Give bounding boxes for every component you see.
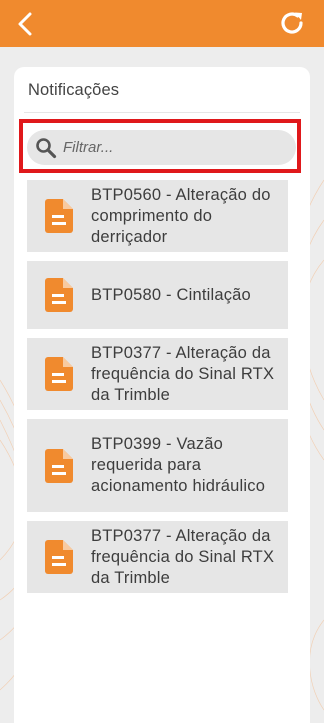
chevron-left-icon [18,12,32,36]
page-title: Notificações [28,81,120,99]
top-bar [0,0,324,47]
list-item[interactable]: BTP0580 - Cintilação [27,261,288,329]
document-icon [27,199,91,233]
document-icon [27,357,91,391]
back-button[interactable] [10,8,42,40]
notification-title: BTP0560 - Alteração do comprimento do de… [91,185,271,246]
notification-title: BTP0580 - Cintilação [91,285,251,304]
document-icon [27,540,91,574]
notification-title: BTP0377 - Alteração da frequência do Sin… [91,526,275,587]
list-item[interactable]: BTP0560 - Alteração do comprimento do de… [27,180,288,252]
refresh-icon [281,12,303,34]
search-icon [35,137,57,159]
document-icon [27,448,91,483]
notification-title: BTP0399 - Vazão requerida para acionamen… [91,435,266,495]
notifications-card: Notificações BTP0560 - Alteração do comp… [14,67,310,723]
refresh-button[interactable] [276,7,308,39]
document-icon [27,278,91,312]
list-item[interactable]: BTP0377 - Alteração da frequência do Sin… [27,338,288,410]
list-item[interactable]: BTP0377 - Alteração da frequência do Sin… [27,521,288,593]
notification-list: BTP0560 - Alteração do comprimento do de… [27,180,288,602]
title-divider [24,112,300,113]
search-bar[interactable] [27,130,296,165]
notification-title: BTP0377 - Alteração da frequência do Sin… [91,343,275,404]
search-input[interactable] [63,139,263,156]
list-item[interactable]: BTP0399 - Vazão requerida para acionamen… [27,419,288,512]
